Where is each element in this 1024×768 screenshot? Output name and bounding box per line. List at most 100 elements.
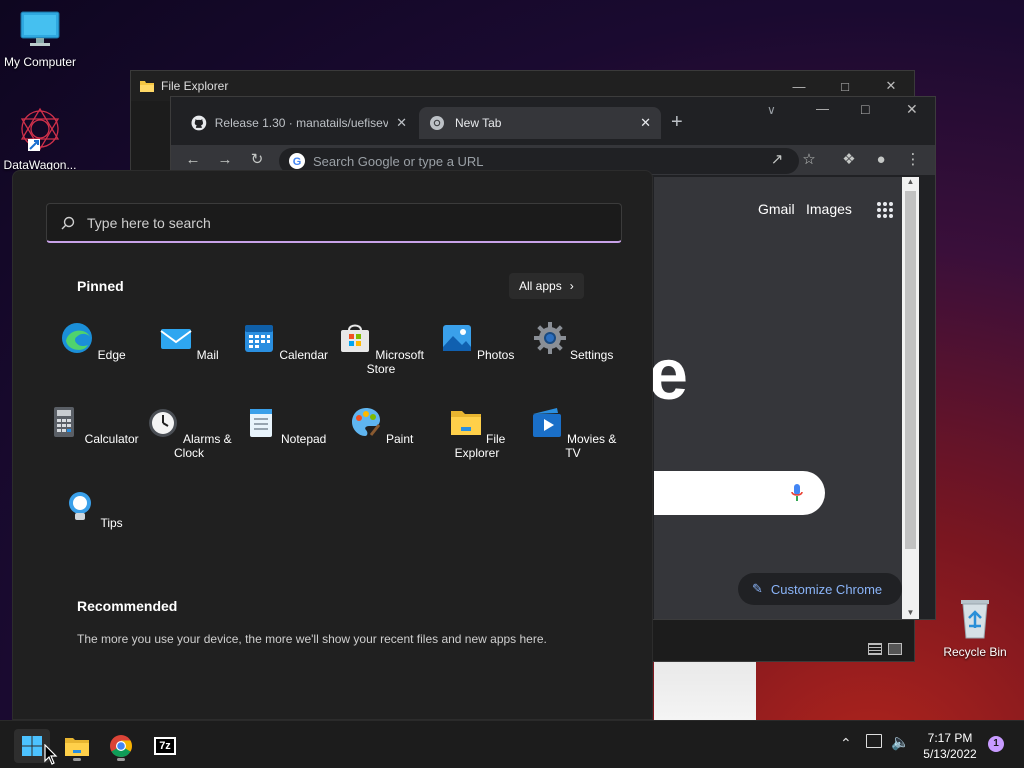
tab-close-icon[interactable]: ✕ bbox=[640, 115, 651, 131]
all-apps-label: All apps bbox=[519, 279, 562, 293]
file-explorer-view-icons bbox=[868, 643, 902, 655]
pinned-app-label: Mail bbox=[196, 348, 219, 362]
customize-chrome-button[interactable]: ✎ Customize Chrome bbox=[738, 573, 902, 605]
share-icon[interactable]: ↗ bbox=[767, 150, 787, 170]
pinned-app-label: Photos bbox=[476, 348, 515, 362]
tips-icon bbox=[69, 492, 92, 520]
pinned-app-edge[interactable]: Edge bbox=[45, 321, 141, 362]
extensions-puzzle-icon[interactable]: ❖ bbox=[839, 150, 859, 170]
calendar-icon bbox=[244, 325, 273, 352]
clock-date: 5/13/2022 bbox=[923, 747, 977, 761]
pinned-app-calendar[interactable]: Calendar bbox=[237, 321, 333, 362]
tiles-view-icon[interactable] bbox=[888, 643, 902, 655]
back-arrow-icon[interactable]: ← bbox=[183, 150, 203, 170]
pinned-app-mail[interactable]: Mail bbox=[141, 321, 237, 362]
pinned-app-tips[interactable]: Tips bbox=[45, 489, 141, 530]
github-icon bbox=[191, 115, 207, 131]
running-indicator bbox=[73, 758, 81, 761]
minimize-button[interactable]: — bbox=[816, 101, 829, 116]
close-button[interactable]: ✕ bbox=[906, 101, 918, 118]
desktop-icon-my-computer[interactable]: My Computer bbox=[0, 10, 80, 69]
pinned-app-movies-tv[interactable]: Movies & TV bbox=[525, 405, 621, 460]
google-search-box[interactable] bbox=[654, 471, 825, 515]
start-menu: Type here to search Pinned All apps › Ed… bbox=[12, 170, 653, 720]
scrollbar-up-arrow-icon[interactable]: ▲ bbox=[902, 177, 919, 191]
movies-icon bbox=[532, 408, 561, 437]
pinned-app-microsoft-store[interactable]: Microsoft Store bbox=[333, 321, 429, 376]
photos-icon bbox=[442, 325, 471, 351]
taskbar-7zip[interactable]: 7z bbox=[147, 729, 183, 763]
monitor-icon bbox=[20, 11, 60, 46]
desktop-icon-label: Recycle Bin bbox=[943, 645, 1007, 659]
forward-arrow-icon[interactable]: → bbox=[215, 150, 235, 170]
all-apps-button[interactable]: All apps › bbox=[509, 273, 584, 299]
folder-icon bbox=[140, 81, 154, 92]
search-placeholder: Type here to search bbox=[87, 214, 211, 231]
pinned-app-calculator[interactable]: Calculator bbox=[45, 405, 141, 446]
new-tab-plus-icon[interactable]: + bbox=[671, 111, 683, 134]
pinned-app-label: Calendar bbox=[279, 348, 329, 362]
chrome-tabstrip: Release 1.30 · manatails/uefiseve ✕ New … bbox=[171, 97, 935, 145]
reload-icon[interactable]: ↻ bbox=[247, 150, 267, 170]
scrollbar-thumb[interactable] bbox=[905, 191, 916, 549]
omnibox-placeholder: Search Google or type a URL bbox=[313, 153, 484, 169]
images-link[interactable]: Images bbox=[806, 201, 852, 217]
paint-icon bbox=[351, 408, 380, 436]
clock-time: 7:17 PM bbox=[927, 731, 973, 745]
taskbar-chrome[interactable] bbox=[103, 729, 139, 763]
desktop-icon-datawagon[interactable]: DataWagon... bbox=[0, 105, 80, 172]
edge-icon bbox=[62, 323, 93, 353]
menu-kebab-icon[interactable]: ⋮ bbox=[903, 150, 923, 170]
tab-release[interactable]: Release 1.30 · manatails/uefiseve ✕ bbox=[181, 107, 417, 139]
recommended-text: The more you use your device, the more w… bbox=[77, 632, 547, 646]
taskbar: 7z ⌃ 🔈 7:17 PM 5/13/2022 bbox=[0, 720, 1024, 768]
pinned-app-notepad[interactable]: Notepad bbox=[237, 405, 333, 446]
google-logo-fragment: e bbox=[648, 335, 689, 415]
system-clock[interactable]: 7:17 PM 5/13/2022 bbox=[918, 730, 982, 762]
pinned-app-paint[interactable]: Paint bbox=[333, 405, 429, 446]
running-indicator bbox=[117, 758, 125, 761]
show-hidden-icons-chevron-icon[interactable]: ⌃ bbox=[840, 735, 852, 752]
folder-icon bbox=[450, 411, 481, 435]
7zip-icon: 7z bbox=[154, 737, 176, 755]
pinned-app-label: Settings bbox=[569, 348, 614, 362]
profile-icon[interactable]: ● bbox=[871, 150, 891, 170]
scrollbar-down-arrow-icon[interactable]: ▼ bbox=[902, 608, 919, 617]
bookmark-star-icon[interactable]: ☆ bbox=[799, 150, 819, 170]
mouse-cursor-icon bbox=[44, 744, 58, 765]
apps-grid-icon[interactable] bbox=[876, 201, 894, 219]
network-icon[interactable] bbox=[866, 734, 882, 748]
pinned-app-alarms-clock[interactable]: Alarms & Clock bbox=[141, 405, 237, 460]
maximize-button[interactable]: □ bbox=[861, 101, 869, 117]
notepad-icon bbox=[249, 409, 272, 437]
calculator-icon bbox=[54, 407, 75, 437]
taskbar-file-explorer[interactable] bbox=[59, 729, 95, 763]
pinned-app-label: Tips bbox=[100, 516, 123, 530]
start-search-input[interactable]: Type here to search bbox=[46, 203, 622, 243]
svg-text:G: G bbox=[293, 156, 302, 168]
mail-icon bbox=[160, 329, 192, 349]
tab-title: Release 1.30 · manatails/uefiseve bbox=[214, 116, 389, 130]
chrome-content: Gmail Images e ✎ Customize Chrome ▲ ▼ bbox=[648, 177, 919, 619]
notification-badge[interactable]: 1 bbox=[988, 736, 1004, 752]
microphone-icon[interactable] bbox=[790, 483, 804, 503]
datawagon-icon bbox=[20, 107, 60, 151]
settings-icon bbox=[533, 322, 566, 354]
pinned-app-photos[interactable]: Photos bbox=[429, 321, 525, 362]
desktop-icon-recycle-bin[interactable]: Recycle Bin bbox=[935, 596, 1015, 659]
pinned-app-label: Notepad bbox=[280, 432, 327, 446]
pinned-app-settings[interactable]: Settings bbox=[525, 321, 621, 362]
tab-close-icon[interactable]: ✕ bbox=[396, 115, 407, 131]
volume-icon[interactable]: 🔈 bbox=[891, 733, 910, 751]
details-view-icon[interactable] bbox=[868, 643, 882, 655]
tab-search-chevron-icon[interactable]: ∨ bbox=[767, 103, 776, 117]
tab-new-tab[interactable]: New Tab ✕ bbox=[419, 107, 661, 139]
pencil-icon: ✎ bbox=[752, 581, 763, 596]
scrollbar[interactable]: ▲ ▼ bbox=[902, 177, 919, 619]
pinned-app-file-explorer[interactable]: File Explorer bbox=[429, 405, 525, 460]
recommended-title: Recommended bbox=[77, 598, 178, 614]
recycle-bin-icon bbox=[961, 600, 989, 639]
desktop-icon-label: My Computer bbox=[3, 55, 77, 69]
gmail-link[interactable]: Gmail bbox=[758, 201, 795, 217]
pinned-app-label: Edge bbox=[97, 348, 126, 362]
